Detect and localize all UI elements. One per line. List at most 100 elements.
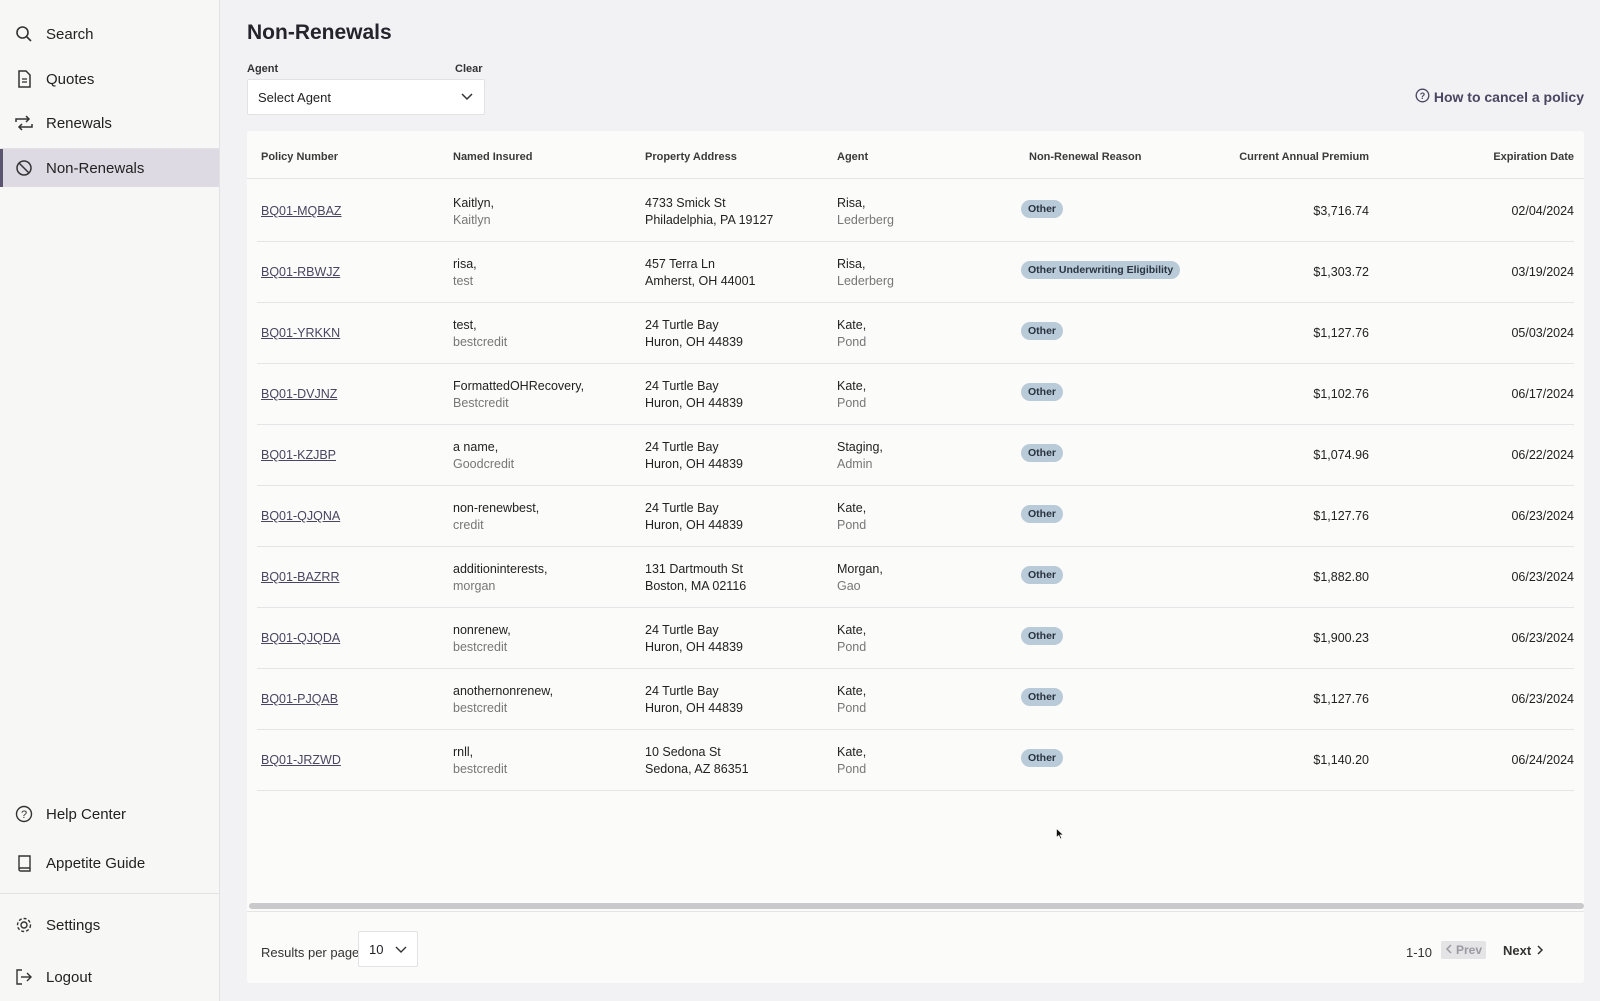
non-renewal-reason-badge: Other [1021, 322, 1064, 340]
help-circle-icon: ? [14, 804, 34, 824]
named-insured-line1: rnll, [453, 745, 474, 759]
current-annual-premium-cell: $1,127.76 [1313, 692, 1369, 706]
non-renewal-reason-badge: Other [1021, 200, 1064, 218]
non-renewal-reason-badge: Other [1021, 749, 1064, 767]
policy-number-link[interactable]: BQ01-QJQDA [261, 631, 340, 645]
chevron-right-icon [1537, 943, 1544, 958]
non-renewal-reason-badge: Other [1021, 383, 1064, 401]
sidebar-item-appetite-guide[interactable]: Appetite Guide [0, 844, 219, 882]
agent-last-name: Pond [837, 701, 867, 715]
document-icon [14, 69, 34, 89]
agent-last-name: Lederberg [837, 274, 894, 288]
sidebar-item-renewals[interactable]: Renewals [0, 104, 219, 142]
address-line1: 24 Turtle Bay [645, 501, 719, 515]
agent-cell: Staging, Admin [837, 439, 883, 473]
named-insured-line2: test [453, 274, 474, 288]
address-line2: Huron, OH 44839 [645, 640, 743, 654]
address-line2: Amherst, OH 44001 [645, 274, 756, 288]
table-header: Policy Number Named Insured Property Add… [247, 131, 1584, 179]
how-to-cancel-label: How to cancel a policy [1433, 89, 1584, 105]
agent-first-name: Risa, [837, 196, 866, 210]
sidebar-item-label: Settings [46, 916, 101, 934]
sidebar-item-label: Search [46, 25, 94, 43]
how-to-cancel-link[interactable]: ? How to cancel a policy [1415, 88, 1584, 106]
column-header-property-address: Property Address [645, 151, 737, 163]
table-row: BQ01-BAZRR additioninterests, morgan 131 Da… [257, 546, 1574, 608]
results-per-page-select[interactable]: 10 [358, 931, 418, 967]
sidebar-item-quotes[interactable]: Quotes [0, 60, 219, 98]
sidebar: Search Quotes Renewals Non-Renewals ? He… [0, 0, 220, 1001]
chevron-down-icon [395, 942, 407, 957]
non-renewal-reason-badge: Other Underwriting Eligibility [1021, 261, 1181, 279]
policy-number-link[interactable]: BQ01-KZJBP [261, 448, 336, 462]
policy-number-link[interactable]: BQ01-PJQAB [261, 692, 338, 706]
current-annual-premium-cell: $1,127.76 [1313, 509, 1369, 523]
policy-number-link[interactable]: BQ01-YRKKN [261, 326, 340, 340]
property-address-cell: 24 Turtle Bay Huron, OH 44839 [645, 683, 743, 717]
table-row: BQ01-QJQDA nonrenew, bestcredit 24 Turtle B… [257, 607, 1574, 669]
sidebar-item-logout[interactable]: Logout [0, 958, 219, 996]
policy-number-link[interactable]: BQ01-RBWJZ [261, 265, 340, 279]
property-address-cell: 24 Turtle Bay Huron, OH 44839 [645, 378, 743, 412]
expiration-date-cell: 05/03/2024 [1511, 326, 1574, 340]
table-row: BQ01-KZJBP a name, Goodcredit 24 Turtle Bay… [257, 424, 1574, 486]
agent-cell: Kate, Pond [837, 500, 866, 534]
policy-number-link[interactable]: BQ01-DVJNZ [261, 387, 337, 401]
address-line2: Philadelphia, PA 19127 [645, 213, 774, 227]
results-per-page-label: Results per page [261, 945, 360, 960]
non-renewal-reason-badge: Other [1021, 688, 1064, 706]
agent-last-name: Pond [837, 396, 867, 410]
agent-cell: Kate, Pond [837, 683, 866, 717]
expiration-date-cell: 03/19/2024 [1511, 265, 1574, 279]
named-insured-line2: bestcredit [453, 701, 508, 715]
named-insured-line2: morgan [453, 579, 496, 593]
agent-last-name: Lederberg [837, 213, 894, 227]
named-insured-line2: Bestcredit [453, 396, 509, 410]
policy-number-link[interactable]: BQ01-QJQNA [261, 509, 340, 523]
non-renewal-reason-badge: Other [1021, 566, 1064, 584]
expiration-date-cell: 06/23/2024 [1511, 692, 1574, 706]
sidebar-item-settings[interactable]: Settings [0, 906, 219, 944]
current-annual-premium-cell: $1,303.72 [1313, 265, 1369, 279]
sidebar-item-non-renewals[interactable]: Non-Renewals [0, 149, 219, 187]
sidebar-item-help-center[interactable]: ? Help Center [0, 795, 219, 833]
named-insured-cell: additioninterests, morgan [453, 561, 548, 595]
policy-number-link[interactable]: BQ01-MQBAZ [261, 204, 342, 218]
main-content: Non-Renewals Agent Clear Select Agent ? … [220, 0, 1600, 1001]
sidebar-item-search[interactable]: Search [0, 15, 219, 53]
clear-filter-link[interactable]: Clear [455, 63, 483, 75]
book-icon [14, 853, 34, 873]
next-page-button[interactable]: Next [1503, 941, 1544, 959]
named-insured-line1: a name, [453, 440, 499, 454]
column-header-named-insured: Named Insured [453, 151, 533, 163]
agent-select-value: Select Agent [258, 89, 331, 105]
named-insured-line2: bestcredit [453, 762, 508, 776]
column-header-current-annual-premium: Current Annual Premium [1239, 151, 1369, 163]
expiration-date-cell: 06/17/2024 [1511, 387, 1574, 401]
agent-filter-label: Agent [247, 63, 279, 75]
property-address-cell: 24 Turtle Bay Huron, OH 44839 [645, 317, 743, 351]
policy-number-link[interactable]: BQ01-JRZWD [261, 753, 341, 767]
agent-select[interactable]: Select Agent [247, 79, 485, 115]
table-row: BQ01-DVJNZ FormattedOHRecovery, Bestcredit… [257, 363, 1574, 425]
named-insured-cell: anothernonrenew, bestcredit [453, 683, 553, 717]
named-insured-line1: risa, [453, 257, 477, 271]
non-renewal-reason-badge: Other [1021, 627, 1064, 645]
horizontal-scrollbar[interactable] [249, 903, 1584, 909]
named-insured-cell: rnll, bestcredit [453, 744, 507, 778]
named-insured-line1: anothernonrenew, [453, 684, 554, 698]
sidebar-item-label: Logout [46, 968, 92, 986]
policy-number-link[interactable]: BQ01-BAZRR [261, 570, 340, 584]
svg-text:?: ? [21, 809, 27, 821]
address-line1: 24 Turtle Bay [645, 440, 719, 454]
table-row: BQ01-YRKKN test, bestcredit 24 Turtle Bay Hu… [257, 302, 1574, 364]
agent-first-name: Kate, [837, 684, 867, 698]
named-insured-line2: Goodcredit [453, 457, 515, 471]
expiration-date-cell: 06/22/2024 [1511, 448, 1574, 462]
address-line1: 24 Turtle Bay [645, 318, 719, 332]
address-line2: Huron, OH 44839 [645, 335, 743, 349]
table-row: BQ01-MQBAZ Kaitlyn, Kaitlyn 4733 Smick St Ph… [257, 180, 1574, 242]
renew-arrows-icon [14, 113, 34, 133]
prev-page-button[interactable]: Prev [1441, 941, 1487, 959]
named-insured-cell: risa, test [453, 256, 477, 290]
